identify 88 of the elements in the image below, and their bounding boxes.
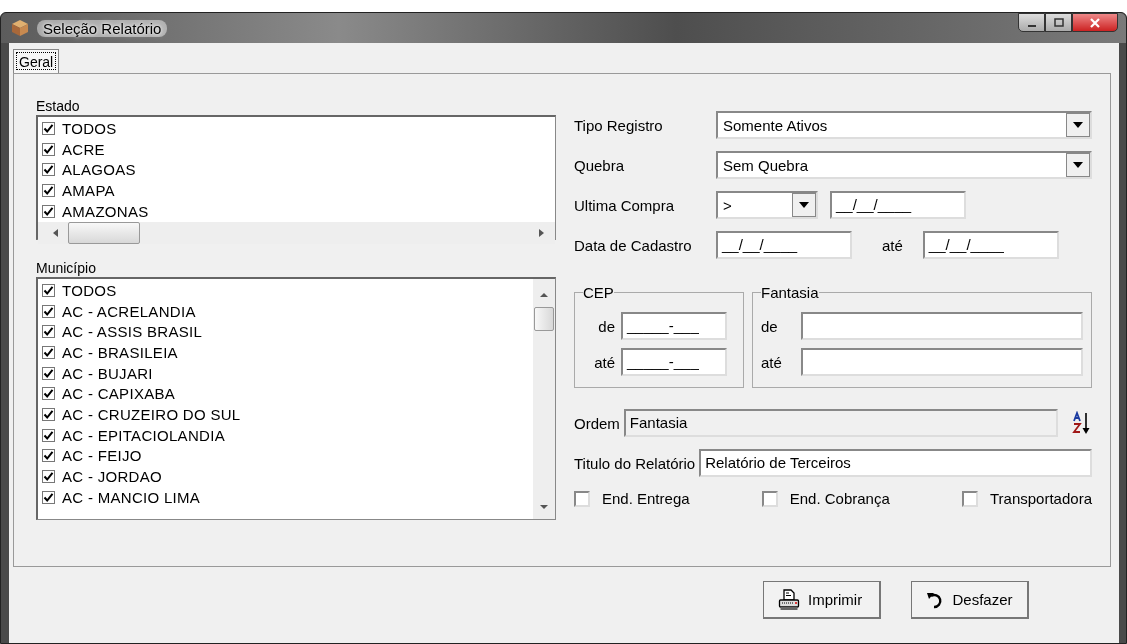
checkbox[interactable]	[42, 470, 55, 484]
date-field[interactable]: __/__/____	[716, 231, 852, 259]
checkbox-label[interactable]: Transportadora	[990, 490, 1092, 507]
input-field[interactable]	[801, 312, 1083, 340]
list-item[interactable]: TODOS	[62, 119, 117, 137]
scroll-right-icon[interactable]	[537, 228, 545, 239]
zip-field[interactable]: _____-___	[621, 348, 727, 376]
input-field[interactable]: Relatório de Terceiros	[699, 449, 1092, 477]
checkbox-label[interactable]: End. Cobrança	[789, 490, 890, 507]
dropdown[interactable]: Sem Quebra	[716, 151, 1092, 179]
checkbox-label[interactable]: End. Entrega	[602, 490, 690, 507]
checkbox[interactable]	[42, 121, 55, 135]
list-item[interactable]: AMAZONAS	[62, 202, 149, 220]
scroll-thumb[interactable]	[68, 222, 140, 245]
checkbox[interactable]	[42, 204, 55, 218]
checkbox[interactable]	[42, 345, 55, 359]
list-item[interactable]: ALAGOAS	[62, 161, 136, 179]
list-item[interactable]: AC - CAPIXABA	[62, 385, 176, 403]
scroll-down-icon[interactable]	[539, 503, 549, 511]
field-label: Data de Cadastro	[574, 236, 693, 254]
dropdown-arrow-icon[interactable]	[799, 202, 809, 208]
list-item[interactable]: AMAPA	[62, 181, 115, 199]
group-title: Fantasia	[761, 284, 819, 301]
field-label: de	[597, 317, 615, 335]
checkbox[interactable]	[42, 449, 55, 463]
list-label: Município	[36, 260, 97, 277]
list-item[interactable]: AC - MANCIO LIMA	[62, 488, 201, 506]
scroll-thumb[interactable]	[534, 307, 554, 331]
zip-field[interactable]: _____-___	[621, 312, 727, 340]
list-item[interactable]: ACRE	[62, 140, 105, 158]
maximize-button[interactable]	[1045, 13, 1072, 32]
checkbox[interactable]	[42, 366, 55, 380]
field-label: até	[593, 353, 615, 371]
close-icon	[1088, 16, 1102, 29]
dropdown[interactable]: >	[716, 191, 818, 219]
list-item[interactable]: AC - ACRELANDIA	[62, 302, 196, 320]
list-item[interactable]: AC - BRASILEIA	[62, 343, 178, 361]
minimize-icon	[1027, 25, 1036, 27]
checkbox[interactable]	[42, 283, 55, 297]
scroll-left-icon[interactable]	[52, 228, 60, 239]
date-field[interactable]: __/__/____	[830, 191, 966, 219]
printer-icon	[778, 588, 800, 611]
list-item[interactable]: AC - FEIJO	[62, 447, 142, 465]
scroll-up-icon[interactable]	[539, 291, 549, 299]
checkbox[interactable]	[574, 490, 590, 507]
field-label: Quebra	[574, 156, 626, 174]
list-item[interactable]: TODOS	[62, 281, 117, 299]
checkbox[interactable]	[42, 387, 55, 401]
list-item[interactable]: AC - EPITACIOLANDIA	[62, 426, 225, 444]
close-button[interactable]	[1072, 13, 1118, 32]
field-label: até	[761, 353, 783, 371]
list-label: Estado	[36, 98, 81, 115]
undo-button[interactable]: Desfazer	[911, 581, 1029, 619]
list-item[interactable]: AC - JORDAO	[62, 468, 162, 486]
field-label: até	[882, 236, 903, 254]
date-field[interactable]: __/__/____	[922, 231, 1059, 259]
checkbox[interactable]	[42, 325, 55, 339]
sort-icon[interactable]	[1072, 411, 1092, 435]
field-label: Tipo Registro	[574, 116, 664, 134]
field-label: Titulo do Relatório	[574, 454, 696, 472]
dropdown-arrow-icon[interactable]	[1073, 162, 1083, 168]
checkbox[interactable]	[42, 163, 55, 177]
input-field[interactable]: Fantasia	[623, 409, 1058, 437]
tab[interactable]: Geral	[13, 49, 60, 73]
checkbox[interactable]	[42, 407, 55, 421]
vertical-scrollbar[interactable]	[533, 279, 555, 519]
field-label: Ordem	[574, 414, 620, 432]
list-item[interactable]: AC - CRUZEIRO DO SUL	[62, 405, 241, 423]
dropdown-arrow-icon[interactable]	[1073, 122, 1083, 128]
print-button[interactable]: Imprimir	[763, 581, 881, 619]
minimize-button[interactable]	[1018, 13, 1045, 32]
horizontal-scrollbar[interactable]	[38, 222, 555, 245]
list-item[interactable]: AC - ASSIS BRASIL	[62, 323, 203, 341]
checkbox[interactable]	[42, 183, 55, 197]
list-item[interactable]: AC - BUJARI	[62, 364, 153, 382]
checkbox[interactable]	[962, 490, 978, 507]
checkbox[interactable]	[42, 142, 55, 156]
checkbox[interactable]	[761, 490, 778, 507]
field-label: Ultima Compra	[574, 196, 676, 214]
input-field[interactable]	[801, 348, 1083, 376]
checkbox[interactable]	[42, 304, 55, 318]
box-icon	[11, 19, 29, 37]
field-label: de	[761, 317, 779, 335]
checkbox[interactable]	[42, 428, 55, 442]
maximize-icon	[1052, 17, 1065, 28]
group-title: CEP	[583, 284, 614, 301]
checkbox[interactable]	[42, 490, 55, 504]
dropdown[interactable]: Somente Ativos	[716, 111, 1092, 139]
